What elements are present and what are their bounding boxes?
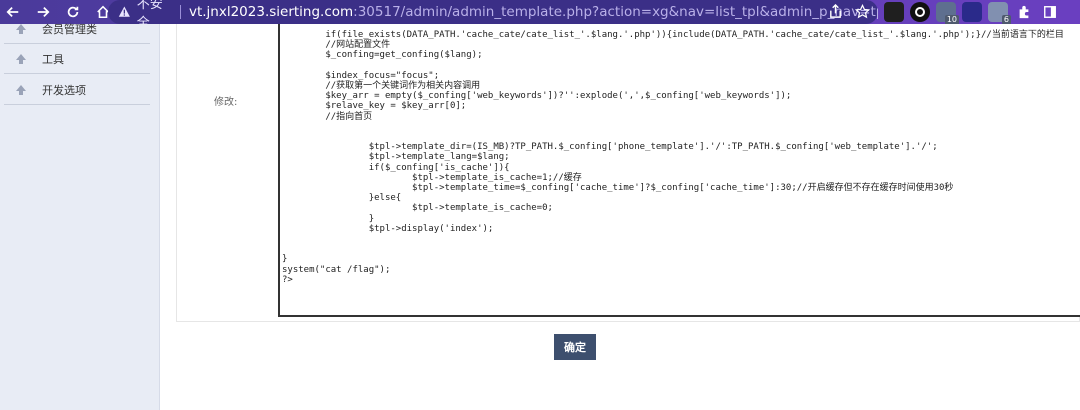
extension-5-icon[interactable]: 6 — [988, 2, 1011, 25]
address-bar[interactable]: 不安全 vt.jnxl2023.sierting.com :30517/admi… — [108, 0, 878, 31]
code-line: //获取第一个关键词作为相关内容调用 — [282, 81, 481, 92]
bookmark-star-icon[interactable] — [855, 4, 870, 19]
sidebar-item-members[interactable]: 会员管理类 — [4, 14, 150, 44]
code-line: $key_arr = empty($_confing['web_keywords… — [282, 91, 792, 102]
code-line: ?> — [282, 274, 293, 285]
admin-sidebar: 会员管理类 工具 开发选项 — [0, 23, 160, 410]
up-arrow-icon — [10, 23, 32, 35]
code-line: if(file_exists(DATA_PATH.'cache_cate/cat… — [282, 30, 1064, 40]
sidebar-item-tools[interactable]: 工具 — [4, 44, 150, 74]
sidebar-item-label: 会员管理类 — [42, 22, 97, 36]
code-line: } — [282, 213, 375, 224]
browser-toolbar: 不安全 vt.jnxl2023.sierting.com :30517/admi… — [0, 0, 1080, 31]
code-line: $relave_key = $key_arr[0]; — [282, 101, 467, 112]
extension-2-icon[interactable] — [910, 2, 930, 22]
sidepanel-icon[interactable] — [1040, 2, 1060, 22]
code-line: $tpl->template_lang=$lang; — [282, 152, 510, 163]
share-icon[interactable] — [828, 4, 843, 19]
code-line: if($_confing['is_cache']){ — [282, 162, 510, 173]
extension-4-icon[interactable] — [962, 2, 982, 22]
extensions-bar: 10 6 — [884, 2, 1060, 25]
code-line: system("cat /flag"); — [282, 264, 391, 275]
url-host: vt.jnxl2023.sierting.com — [188, 4, 354, 20]
url-path: :30517/admin/admin_template.php?action=x… — [353, 4, 878, 20]
code-line: //网站配置文件 — [282, 40, 391, 51]
extension-3-icon[interactable]: 10 — [936, 2, 959, 25]
submit-button[interactable]: 确定 — [554, 334, 596, 360]
code-line: $tpl->template_dir=(IS_MB)?TP_PATH.$_con… — [282, 142, 938, 153]
code-line: $tpl->display('index'); — [282, 223, 494, 234]
code-content: if(file_exists(DATA_PATH.'cache_cate/cat… — [280, 24, 1080, 285]
code-line: } — [282, 254, 288, 265]
code-line: $tpl->template_is_cache=1;//缓存 — [282, 172, 582, 183]
field-label: 修改: — [214, 97, 238, 108]
sidebar-item-label: 工具 — [42, 52, 64, 66]
code-line: $tpl->template_time=$_confing['cache_tim… — [282, 183, 954, 194]
url-separator — [180, 5, 181, 19]
sidebar-item-dev-options[interactable]: 开发选项 — [4, 75, 150, 105]
code-line: $_confing=get_confing($lang); — [282, 50, 483, 61]
code-line: }else{ — [282, 193, 402, 204]
code-line: //指向首页 — [282, 111, 373, 122]
code-line: $tpl->template_is_cache=0; — [282, 203, 553, 214]
up-arrow-icon — [10, 84, 32, 96]
sidebar-item-label: 开发选项 — [42, 83, 86, 97]
up-arrow-icon — [10, 53, 32, 65]
template-code-textarea[interactable]: if(file_exists(DATA_PATH.'cache_cate/cat… — [278, 24, 1080, 317]
extension-1-icon[interactable] — [884, 2, 904, 22]
code-line: $index_focus="focus"; — [282, 70, 440, 81]
puzzle-icon[interactable] — [1014, 2, 1034, 22]
